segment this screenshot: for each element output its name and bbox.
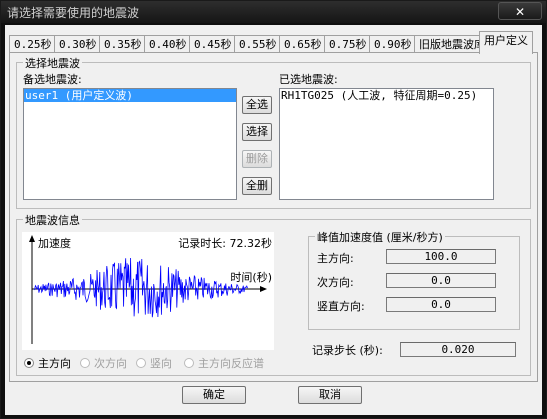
peak-secondary-label: 次方向: [317, 276, 354, 289]
tab-0-25[interactable]: 0.25秒 [9, 35, 57, 53]
selected-list[interactable]: RH1TG025 (人工波, 特征周期=0.25) [279, 88, 494, 200]
peak-vertical-value: 0.0 [386, 297, 496, 312]
radio-dot [80, 358, 90, 368]
peak-secondary-value: 0.0 [386, 273, 496, 288]
step-value: 0.020 [400, 342, 516, 357]
x-axis-label: 时间(秒) [230, 270, 272, 284]
x-axis-arrow [260, 286, 267, 292]
available-list[interactable]: user1 (用户定义波) [23, 88, 237, 200]
tab-0-90[interactable]: 0.90秒 [369, 35, 417, 53]
dialog-window: 请选择需要使用的地震波 ✕ 0.25秒 0.30秒 0.35秒 0.40秒 0.… [0, 0, 547, 419]
select-button[interactable]: 选择 [242, 123, 272, 141]
selected-label: 已选地震波: [279, 73, 338, 86]
tab-panel: 选择地震波 备选地震波: user1 (用户定义波) 全选 选择 删除 全删 已… [9, 52, 538, 382]
tab-user-defined[interactable]: 用户定义 [479, 31, 533, 54]
tab-0-55[interactable]: 0.55秒 [234, 35, 282, 53]
tab-0-75[interactable]: 0.75秒 [324, 35, 372, 53]
radio-dot [24, 358, 34, 368]
wave-info-group-title: 地震波信息 [23, 212, 82, 228]
waveform-plot: 加速度 记录时长: 72.32秒 时间(秒) [22, 232, 274, 350]
tab-0-35[interactable]: 0.35秒 [99, 35, 147, 53]
select-all-button[interactable]: 全选 [242, 96, 272, 114]
dialog-client: 0.25秒 0.30秒 0.35秒 0.40秒 0.45秒 0.55秒 0.65… [5, 25, 542, 415]
peak-main-value: 100.0 [386, 249, 496, 264]
radio-label: 竖向 [150, 357, 172, 370]
tab-0-30[interactable]: 0.30秒 [54, 35, 102, 53]
peak-vertical-label: 竖直方向: [317, 300, 365, 313]
peak-main-label: 主方向: [317, 252, 354, 265]
radio-dot [184, 358, 194, 368]
list-item[interactable]: user1 (用户定义波) [24, 89, 236, 102]
select-wave-group-title: 选择地震波 [23, 55, 82, 71]
select-wave-group: 选择地震波 备选地震波: user1 (用户定义波) 全选 选择 删除 全删 已… [16, 55, 531, 209]
radio-main-spectrum[interactable]: 主方向反应谱 [184, 355, 264, 371]
radio-secondary-direction[interactable]: 次方向 [80, 355, 127, 371]
y-axis-arrow [29, 235, 35, 242]
close-button[interactable]: ✕ [498, 2, 542, 20]
y-axis-label: 加速度 [38, 236, 71, 250]
radio-label: 主方向 [38, 357, 71, 370]
radio-main-direction[interactable]: 主方向 [24, 355, 71, 371]
duration-text: 记录时长: 72.32秒 [178, 236, 272, 250]
step-label: 记录步长 (秒): [312, 344, 383, 357]
title-bar[interactable]: 请选择需要使用的地震波 ✕ [1, 1, 546, 23]
radio-label: 次方向 [94, 357, 127, 370]
waveform-svg: 加速度 记录时长: 72.32秒 时间(秒) [29, 235, 272, 344]
delete-button[interactable]: 删除 [242, 150, 272, 168]
tab-0-65[interactable]: 0.65秒 [279, 35, 327, 53]
tab-0-40[interactable]: 0.40秒 [144, 35, 192, 53]
direction-radio-group: 主方向 次方向 竖向 主方向反应谱 [24, 355, 294, 371]
peak-acceleration-group: 峰值加速度值 (厘米/秒方) 主方向: 100.0 次方向: 0.0 竖直方向:… [308, 229, 520, 330]
cancel-button[interactable]: 取消 [298, 386, 362, 404]
waveform-line [33, 257, 248, 318]
window-title: 请选择需要使用的地震波 [7, 6, 140, 20]
tab-0-45[interactable]: 0.45秒 [189, 35, 237, 53]
radio-label: 主方向反应谱 [198, 357, 264, 370]
ok-button[interactable]: 确定 [182, 386, 246, 404]
radio-dot [136, 358, 146, 368]
radio-vertical[interactable]: 竖向 [136, 355, 172, 371]
peak-group-title: 峰值加速度值 (厘米/秒方) [315, 229, 445, 245]
available-label: 备选地震波: [23, 73, 82, 86]
delete-all-button[interactable]: 全删 [242, 177, 272, 195]
list-item[interactable]: RH1TG025 (人工波, 特征周期=0.25) [280, 89, 493, 102]
